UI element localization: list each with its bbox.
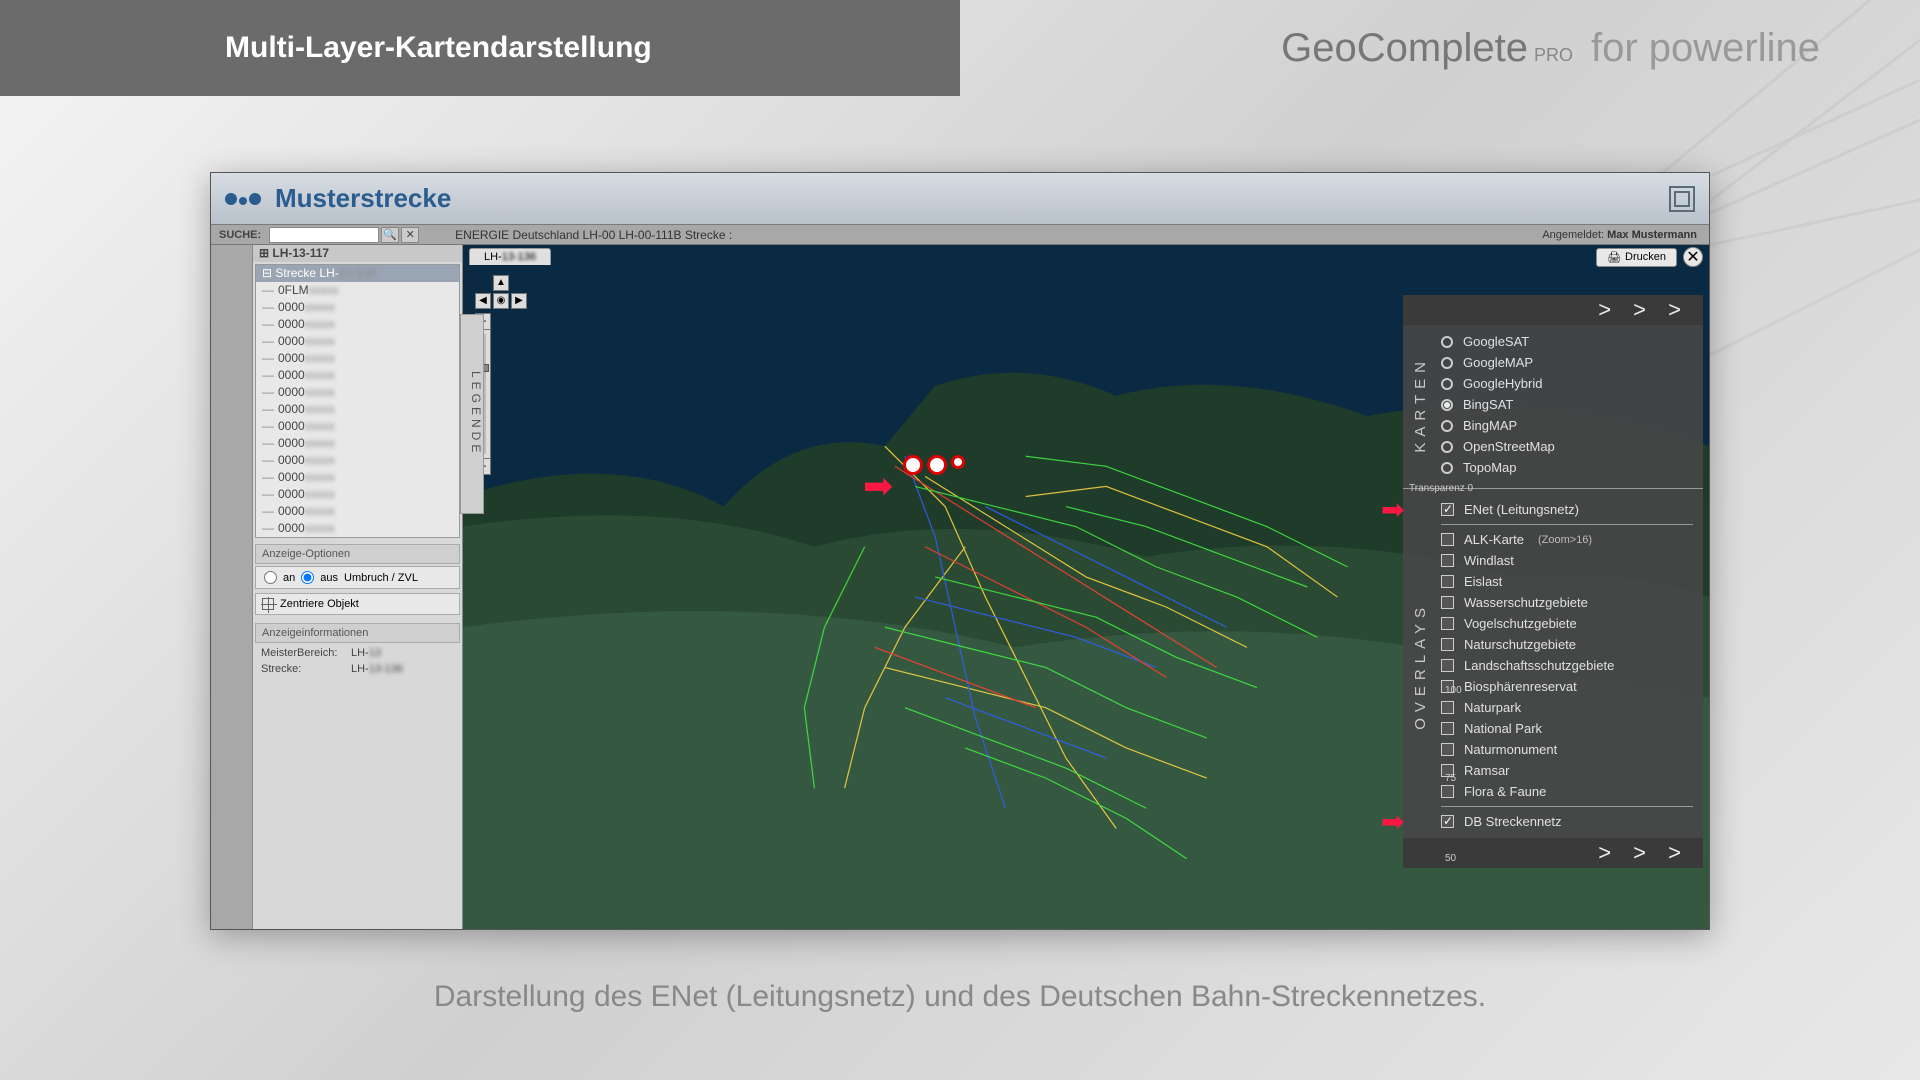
radio-icon — [1441, 399, 1453, 411]
search-input[interactable] — [269, 227, 379, 243]
transparency-slider[interactable]: 100 75 50 25 — [1463, 693, 1483, 929]
map-markers — [903, 455, 965, 475]
tree-item[interactable]: —0000xxxxx — [256, 418, 459, 435]
info-header: Anzeigeinformationen — [255, 623, 460, 643]
tree-item[interactable]: —0000xxxxx — [256, 333, 459, 350]
user-info: Angemeldet: Max Mustermann — [1542, 229, 1709, 241]
radio-icon — [1441, 336, 1453, 348]
breadcrumb: ENERGIE Deutschland LH-00 LH-00-111B Str… — [455, 228, 732, 242]
pan-right-button[interactable]: ▶ — [511, 293, 527, 309]
tree-item[interactable]: —0000xxxxx — [256, 452, 459, 469]
checkbox-icon — [1441, 638, 1454, 651]
sidebar: ⊞ LH-13-117 ⊟ Strecke LH-13-136 —0FLMxxx… — [253, 245, 463, 929]
tree-item[interactable]: —0000xxxxx — [256, 503, 459, 520]
pan-up-button[interactable]: ▲ — [493, 275, 509, 291]
checkbox-icon — [1441, 503, 1454, 516]
display-options-row: an aus Umbruch / ZVL — [255, 566, 460, 589]
center-object-button[interactable]: Zentriere Objekt — [255, 593, 460, 615]
checkbox-icon — [1441, 815, 1454, 828]
radio-icon — [1441, 462, 1453, 474]
highlight-arrow-icon: ➡ — [1381, 805, 1404, 838]
pan-home-button[interactable]: ◉ — [493, 293, 509, 309]
checkbox-icon — [1441, 722, 1454, 735]
karten-item[interactable]: GoogleHybrid — [1441, 373, 1693, 394]
pan-left-button[interactable]: ◀ — [475, 293, 491, 309]
karten-item[interactable]: TopoMap — [1441, 457, 1693, 478]
print-button[interactable]: 🖨 Drucken — [1596, 248, 1677, 267]
overlay-item[interactable]: Eislast — [1441, 571, 1693, 592]
map-arrow-icon: ➡ — [863, 465, 893, 507]
radio-icon — [1441, 357, 1453, 369]
tree-item[interactable]: —0000xxxxx — [256, 367, 459, 384]
radio-icon — [1441, 378, 1453, 390]
overlay-item[interactable]: Windlast — [1441, 550, 1693, 571]
checkbox-icon — [1441, 701, 1454, 714]
left-rail — [211, 245, 253, 929]
brand: GeoCompletePRO for powerline — [1281, 26, 1820, 71]
tree-view[interactable]: ⊟ Strecke LH-13-136 —0FLMxxxxx—0000xxxxx… — [255, 264, 460, 538]
tree-item[interactable]: —0000xxxxx — [256, 520, 459, 537]
toolbar: SUCHE: 🔍 ✕ ENERGIE Deutschland LH-00 LH-… — [211, 225, 1709, 245]
checkbox-icon — [1441, 617, 1454, 630]
tree-item[interactable]: —0000xxxxx — [256, 316, 459, 333]
overlay-item[interactable]: ALK-Karte(Zoom>16) — [1441, 529, 1693, 550]
tree-item[interactable]: —0000xxxxx — [256, 401, 459, 418]
title-bar: Musterstrecke — [211, 173, 1709, 225]
checkbox-icon — [1441, 554, 1454, 567]
checkbox-icon — [1441, 533, 1454, 546]
maximize-button[interactable] — [1669, 186, 1695, 212]
radio-aus[interactable] — [301, 571, 314, 584]
tree-item-selected[interactable]: ⊟ Strecke LH-13-136 — [256, 265, 459, 282]
checkbox-icon — [1441, 743, 1454, 756]
map-tab[interactable]: LH-13-136 — [469, 248, 551, 265]
tree-item[interactable]: —0000xxxxx — [256, 384, 459, 401]
karten-item[interactable]: GoogleSAT — [1441, 331, 1693, 352]
caption: Darstellung des ENet (Leitungsnetz) und … — [0, 980, 1920, 1014]
overlay-item[interactable]: ➡ENet (Leitungsnetz) — [1441, 499, 1693, 520]
karten-item[interactable]: GoogleMAP — [1441, 352, 1693, 373]
search-button[interactable]: 🔍 — [381, 227, 399, 243]
search-clear-button[interactable]: ✕ — [401, 227, 419, 243]
close-map-button[interactable]: ✕ — [1683, 247, 1703, 267]
overlay-item[interactable]: Landschaftsschutzgebiete — [1441, 655, 1693, 676]
karten-item[interactable]: BingSAT — [1441, 394, 1693, 415]
karten-item[interactable]: OpenStreetMap — [1441, 436, 1693, 457]
tree-item[interactable]: —0000xxxxx — [256, 350, 459, 367]
map-area[interactable]: LH-13-136 🖨 Drucken ✕ ▲ ◀◉▶ + − ➡ — [463, 245, 1709, 929]
karten-label: KARTEN — [1412, 356, 1429, 453]
radio-an[interactable] — [264, 571, 277, 584]
header-band: Multi-Layer-Kartendarstellung — [0, 0, 960, 96]
tree-root[interactable]: ⊞ LH-13-117 — [253, 245, 462, 262]
checkbox-icon — [1441, 596, 1454, 609]
app-window: Musterstrecke SUCHE: 🔍 ✕ ENERGIE Deutsch… — [210, 172, 1710, 930]
tree-item[interactable]: —0FLMxxxxx — [256, 282, 459, 299]
radio-icon — [1441, 441, 1453, 453]
info-meister: MeisterBereich:LH-13 — [253, 645, 462, 661]
panel-collapse-top[interactable]: > > > — [1403, 295, 1703, 325]
highlight-arrow-icon: ➡ — [1381, 493, 1404, 526]
tree-item[interactable]: —0000xxxxx — [256, 469, 459, 486]
window-title: Musterstrecke — [275, 183, 451, 214]
checkbox-icon — [1441, 785, 1454, 798]
map-tabs: LH-13-136 — [469, 248, 551, 265]
display-options-header: Anzeige-Optionen — [255, 544, 460, 564]
legend-tab[interactable]: LEGENDE — [460, 314, 484, 514]
checkbox-icon — [1441, 575, 1454, 588]
tree-item[interactable]: —0000xxxxx — [256, 435, 459, 452]
checkbox-icon — [1441, 659, 1454, 672]
radio-icon — [1441, 420, 1453, 432]
tree-item[interactable]: —0000xxxxx — [256, 486, 459, 503]
logo-icon — [225, 193, 261, 205]
overlay-item[interactable]: Wasserschutzgebiete — [1441, 592, 1693, 613]
layer-panel: > > > KARTEN GoogleSATGoogleMAPGoogleHyb… — [1403, 295, 1703, 868]
page-title: Multi-Layer-Kartendarstellung — [225, 31, 652, 65]
overlays-label: OVERLAYS — [1412, 602, 1429, 730]
overlay-item[interactable]: Vogelschutzgebiete — [1441, 613, 1693, 634]
info-strecke: Strecke:LH-13-136 — [253, 661, 462, 677]
search-label: SUCHE: — [211, 229, 269, 241]
crosshair-icon — [262, 598, 274, 610]
karten-item[interactable]: BingMAP — [1441, 415, 1693, 436]
tree-item[interactable]: —0000xxxxx — [256, 299, 459, 316]
overlay-item[interactable]: Naturschutzgebiete — [1441, 634, 1693, 655]
